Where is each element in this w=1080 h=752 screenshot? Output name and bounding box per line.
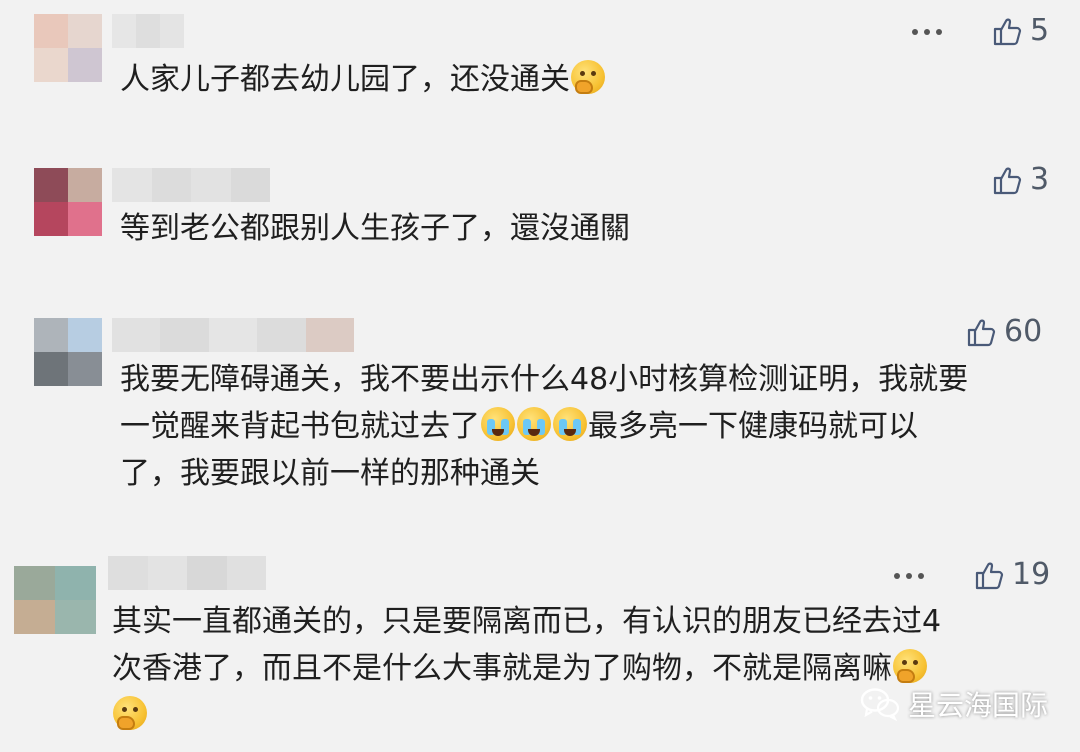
like-count: 19 [1012,557,1051,592]
like-button[interactable]: 3 [992,163,1049,197]
account-watermark: 星云海国际 [860,684,1048,724]
comment-text-line: 其实一直都通关的，只是要隔离而已，有认识的朋友已经去过4 [112,604,942,639]
username-blurred[interactable] [112,318,355,352]
username-blurred[interactable] [108,556,266,590]
avatar-pixel [68,48,102,82]
avatar-pixel [34,352,68,386]
like-button[interactable]: 60 [966,315,1042,349]
avatar-pixel [34,202,68,236]
avatar[interactable] [14,566,96,634]
more-options-icon[interactable] [894,571,924,581]
comment-text-line: 了，我要跟以前一样的那种通关 [120,456,540,491]
comment-text-line: 次香港了，而且不是什么大事就是为了购物，不就是隔离嘛 [112,651,892,686]
avatar-pixel [68,202,102,236]
avatar-pixel [34,14,68,48]
watermark-text: 星云海国际 [907,689,1048,722]
crying-face-icon [481,407,515,441]
avatar-pixel [14,566,55,600]
avatar-pixel [68,318,102,352]
avatar-pixel [55,566,96,600]
avatar-pixel [34,168,68,202]
crying-face-icon [517,407,551,441]
avatar[interactable] [34,168,102,236]
avatar-pixel [34,318,68,352]
like-button[interactable]: 5 [992,14,1049,48]
thumbs-up-icon [993,18,1022,46]
avatar-pixel [55,600,96,634]
thumbs-up-icon [993,167,1022,195]
comment-text: 我要无障碍通关，我不要出示什么48小时核算检测证明，我就要 一觉醒来背起书包就过… [120,356,968,497]
crying-face-icon [553,407,587,441]
comment-text-line: 最多亮一下健康码就可以 [588,409,918,444]
thinking-face-icon [113,696,147,730]
avatar[interactable] [34,14,102,82]
more-options-icon[interactable] [912,27,942,37]
like-count: 3 [1030,162,1050,197]
thinking-face-icon [893,649,927,683]
wechat-icon [860,688,900,721]
username-blurred[interactable] [112,168,270,202]
comment-text-line: 等到老公都跟别人生孩子了，還沒通關 [120,211,630,246]
avatar-pixel [34,48,68,82]
avatar-pixel [14,600,55,634]
like-button[interactable]: 19 [974,558,1050,592]
avatar-pixel [68,168,102,202]
comment-text: 等到老公都跟别人生孩子了，還沒通關 [120,205,630,252]
comment-text: 其实一直都通关的，只是要隔离而已，有认识的朋友已经去过4 次香港了，而且不是什么… [112,598,941,739]
comment-text-line: 一觉醒来背起书包就过去了 [120,409,480,444]
avatar-pixel [68,352,102,386]
comment-text-line: 我要无障碍通关，我不要出示什么48小时核算检测证明，我就要 [120,362,969,397]
avatar-pixel [68,14,102,48]
thumbs-up-icon [975,562,1004,590]
like-count: 60 [1004,314,1043,349]
thinking-face-icon [571,60,605,94]
comment-text: 人家儿子都去幼儿园了，还没通关 [120,56,606,103]
avatar[interactable] [34,318,102,386]
username-blurred[interactable] [112,14,184,48]
comment-text-line: 人家儿子都去幼儿园了，还没通关 [120,62,570,97]
thumbs-up-icon [967,319,996,347]
like-count: 5 [1030,13,1050,48]
